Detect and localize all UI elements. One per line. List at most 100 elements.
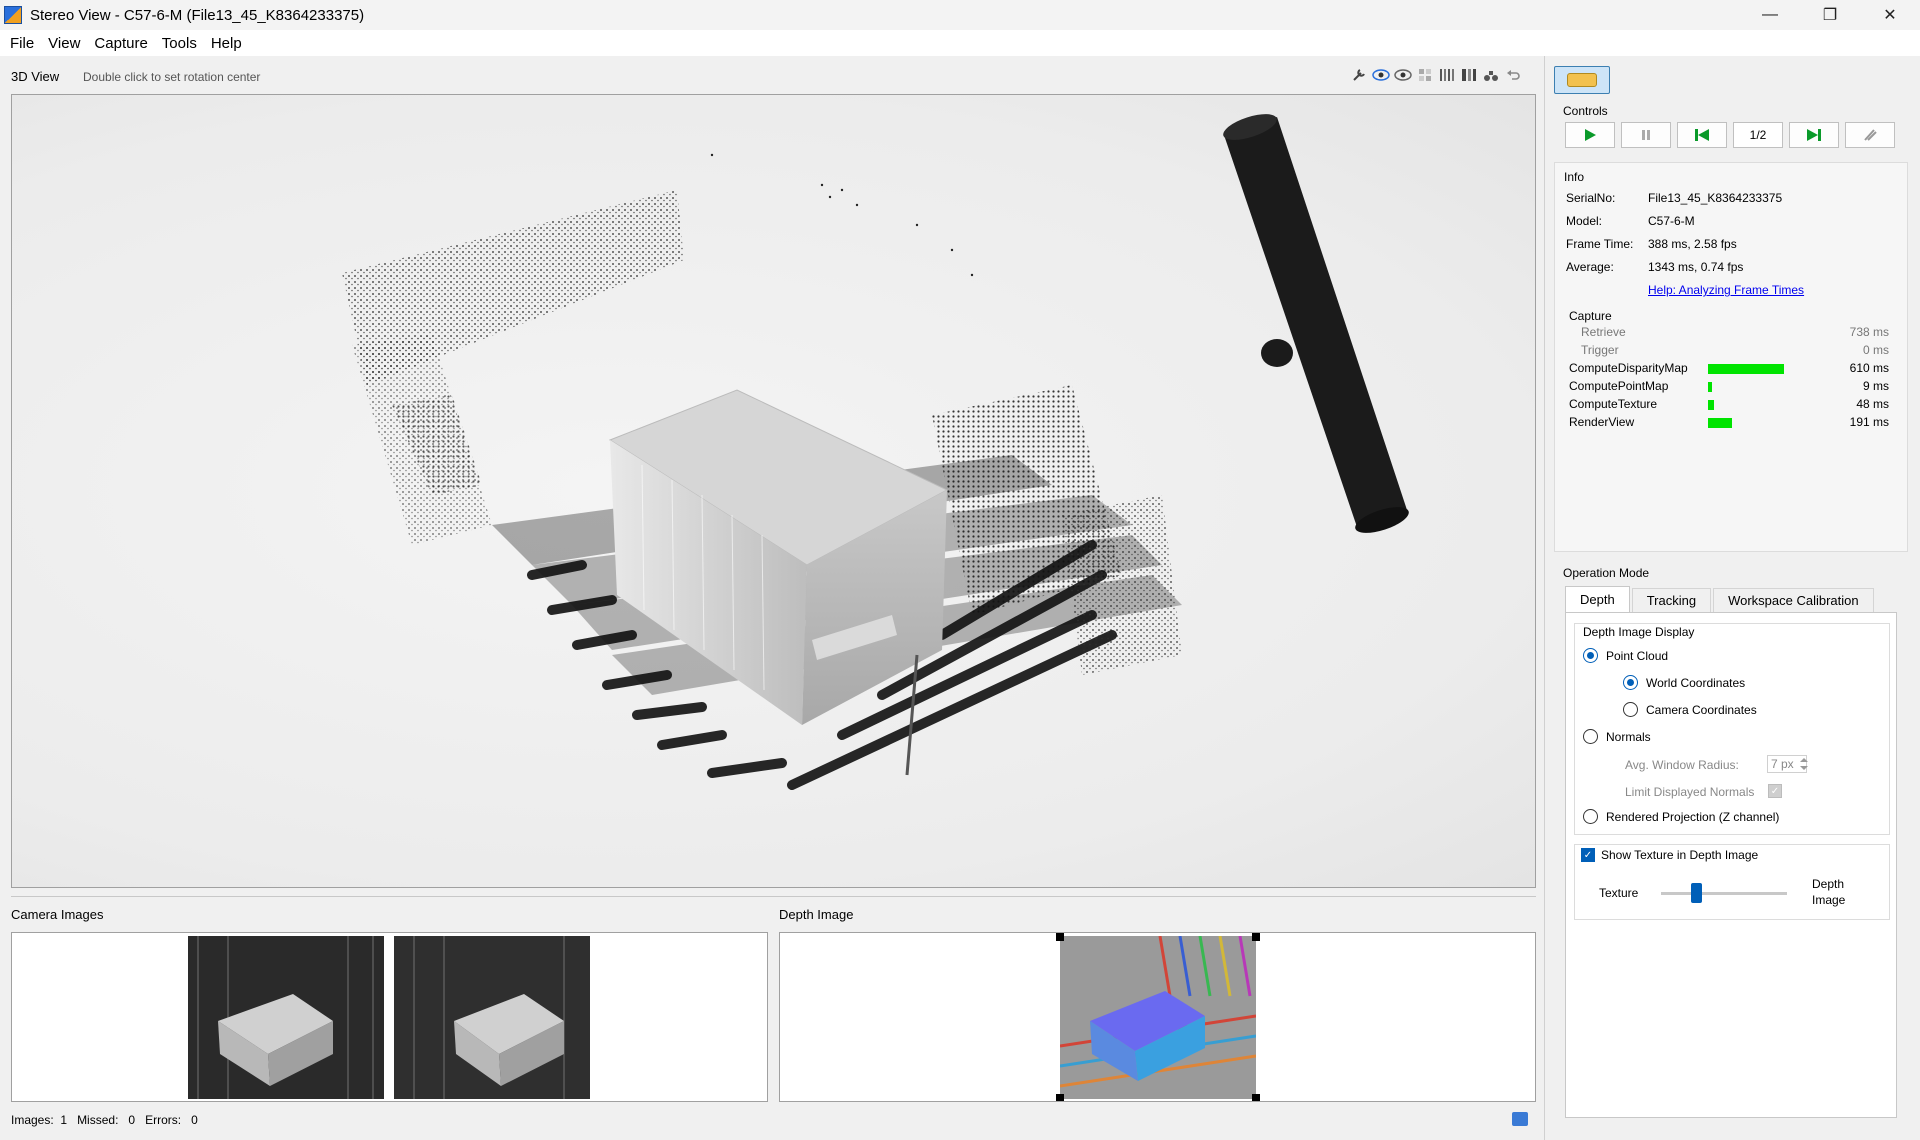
errors-count: 0 (191, 1113, 198, 1127)
spin-arrows-icon[interactable] (1797, 755, 1811, 773)
hand-tool-button[interactable] (1554, 66, 1610, 94)
missed-label: Missed: (77, 1113, 119, 1127)
show-texture-label: Show Texture in Depth Image (1601, 848, 1759, 862)
eraser-icon (1864, 129, 1877, 141)
resize-handle[interactable] (1056, 1094, 1064, 1101)
menu-view[interactable]: View (41, 35, 87, 52)
3d-view-label: 3D View (11, 69, 60, 84)
left-camera-image (188, 936, 384, 1099)
info-serial-row: SerialNo: File13_45_K8364233375 (1566, 191, 1782, 205)
controls-title: Controls (1563, 104, 1608, 118)
camera-images-pane[interactable] (11, 932, 768, 1102)
texture-depth-slider-thumb[interactable] (1691, 883, 1702, 903)
app-icon (4, 6, 22, 24)
skip-forward-icon (1807, 129, 1821, 141)
limit-normals-checkbox[interactable]: ✓ (1768, 784, 1782, 798)
window-controls: — ❐ ✕ (1740, 0, 1920, 30)
info-model-row: Model: C57-6-M (1566, 214, 1695, 228)
capture-step-name: ComputeDisparityMap (1569, 361, 1688, 375)
resize-handle[interactable] (1056, 933, 1064, 941)
capture-row: RenderView 191 ms (1569, 415, 1889, 433)
tab-depth[interactable]: Depth (1565, 586, 1630, 612)
window-title: Stereo View - C57-6-M (File13_45_K836423… (30, 6, 365, 24)
resize-handle[interactable] (1252, 1094, 1260, 1101)
first-frame-button[interactable] (1677, 122, 1727, 148)
eye-icon[interactable] (1372, 66, 1390, 84)
depth-image-label: Depth Image (779, 907, 854, 922)
capture-step-name: Retrieve (1581, 325, 1626, 339)
status-bar: Images: 1 Missed: 0 Errors: 0 (11, 1113, 198, 1127)
skip-back-icon (1695, 129, 1709, 141)
info-average-row: Average: 1343 ms, 0.74 fps (1566, 260, 1743, 274)
tab-workspace-calibration[interactable]: Workspace Calibration (1713, 588, 1874, 612)
last-frame-button[interactable] (1789, 122, 1839, 148)
menu-help[interactable]: Help (204, 35, 249, 52)
point-cloud-radio[interactable]: Point Cloud (1583, 648, 1668, 663)
frame-counter[interactable]: 1/2 (1733, 122, 1783, 148)
settings-icon[interactable] (1350, 66, 1368, 84)
avg-window-radius-label: Avg. Window Radius: (1625, 758, 1739, 772)
panel-divider[interactable] (1544, 56, 1545, 1140)
play-button[interactable] (1565, 122, 1615, 148)
depth-image-display-group: Depth Image Display Point Cloud World Co… (1574, 623, 1890, 835)
depth-image (1060, 936, 1256, 1099)
tab-tracking[interactable]: Tracking (1631, 588, 1712, 612)
stripes-icon[interactable] (1438, 66, 1456, 84)
limit-normals-label: Limit Displayed Normals (1625, 785, 1755, 799)
normals-radio[interactable]: Normals (1583, 729, 1651, 744)
info-frame-time-row: Frame Time: 388 ms, 2.58 fps (1566, 237, 1737, 251)
info-title: Info (1564, 170, 1585, 184)
view-toolbar (1350, 66, 1522, 84)
capture-title: Capture (1569, 309, 1612, 323)
binoculars-icon[interactable] (1482, 66, 1500, 84)
pause-button[interactable] (1621, 122, 1671, 148)
rendered-projection-radio[interactable]: Rendered Projection (Z channel) (1583, 809, 1779, 824)
operation-tabs: Depth Tracking Workspace Calibration (1565, 586, 1876, 612)
grid-icon[interactable] (1416, 66, 1434, 84)
show-texture-row[interactable]: ✓ Show Texture in Depth Image (1581, 848, 1758, 862)
info-value: 388 ms, 2.58 fps (1648, 237, 1737, 251)
info-value: File13_45_K8364233375 (1648, 191, 1783, 205)
help-frame-times-link[interactable]: Help: Analyzing Frame Times (1648, 283, 1804, 297)
playback-controls: 1/2 (1565, 122, 1895, 148)
clear-button[interactable] (1845, 122, 1895, 148)
normals-label: Normals (1606, 729, 1651, 744)
depth-image-slider-label-2: Image (1812, 893, 1846, 907)
pane-divider[interactable] (11, 896, 1536, 897)
back-icon[interactable] (1512, 1112, 1528, 1126)
capture-row: Retrieve 738 ms (1569, 325, 1889, 343)
3d-view-hint: Double click to set rotation center (83, 70, 261, 84)
capture-step-name: ComputePointMap (1569, 379, 1669, 393)
info-key: Model: (1566, 214, 1603, 228)
capture-row: ComputeTexture 48 ms (1569, 397, 1889, 415)
resize-handle[interactable] (1252, 933, 1260, 941)
menu-tools[interactable]: Tools (155, 35, 204, 52)
operation-mode-panel: Operation Mode Depth Tracking Workspace … (1554, 560, 1908, 1126)
camera-coordinates-radio[interactable]: Camera Coordinates (1623, 702, 1757, 717)
show-texture-checkbox[interactable]: ✓ (1581, 848, 1595, 862)
info-panel: Info SerialNo: File13_45_K8364233375 Mod… (1554, 162, 1908, 552)
texture-group: ✓ Show Texture in Depth Image Texture De… (1574, 844, 1890, 920)
camera-images-label: Camera Images (11, 907, 104, 922)
minimize-button[interactable]: — (1740, 0, 1800, 30)
menu-capture[interactable]: Capture (87, 35, 154, 52)
main-area: 3D View Double click to set rotation cen… (0, 56, 1544, 1140)
restore-button[interactable]: ❐ (1800, 0, 1860, 30)
world-coordinates-label: World Coordinates (1646, 675, 1746, 690)
images-label: Images: (11, 1113, 54, 1127)
capture-step-time: 0 ms (1862, 343, 1889, 357)
world-coordinates-radio[interactable]: World Coordinates (1623, 675, 1745, 690)
close-button[interactable]: ✕ (1860, 0, 1920, 30)
capture-step-time: 191 ms (1849, 415, 1889, 429)
3d-view-canvas[interactable] (11, 94, 1536, 888)
menu-file[interactable]: File (3, 35, 41, 52)
stripes-icon[interactable] (1460, 66, 1478, 84)
avg-window-radius-value: 7 px (1771, 757, 1794, 771)
depth-image-pane[interactable] (779, 932, 1536, 1102)
help-link-row: Help: Analyzing Frame Times (1648, 283, 1804, 297)
errors-label: Errors: (145, 1113, 182, 1127)
eye-icon[interactable] (1394, 66, 1412, 84)
undo-icon[interactable] (1504, 66, 1522, 84)
texture-depth-slider-track[interactable] (1661, 892, 1787, 895)
right-camera-image (394, 936, 590, 1099)
